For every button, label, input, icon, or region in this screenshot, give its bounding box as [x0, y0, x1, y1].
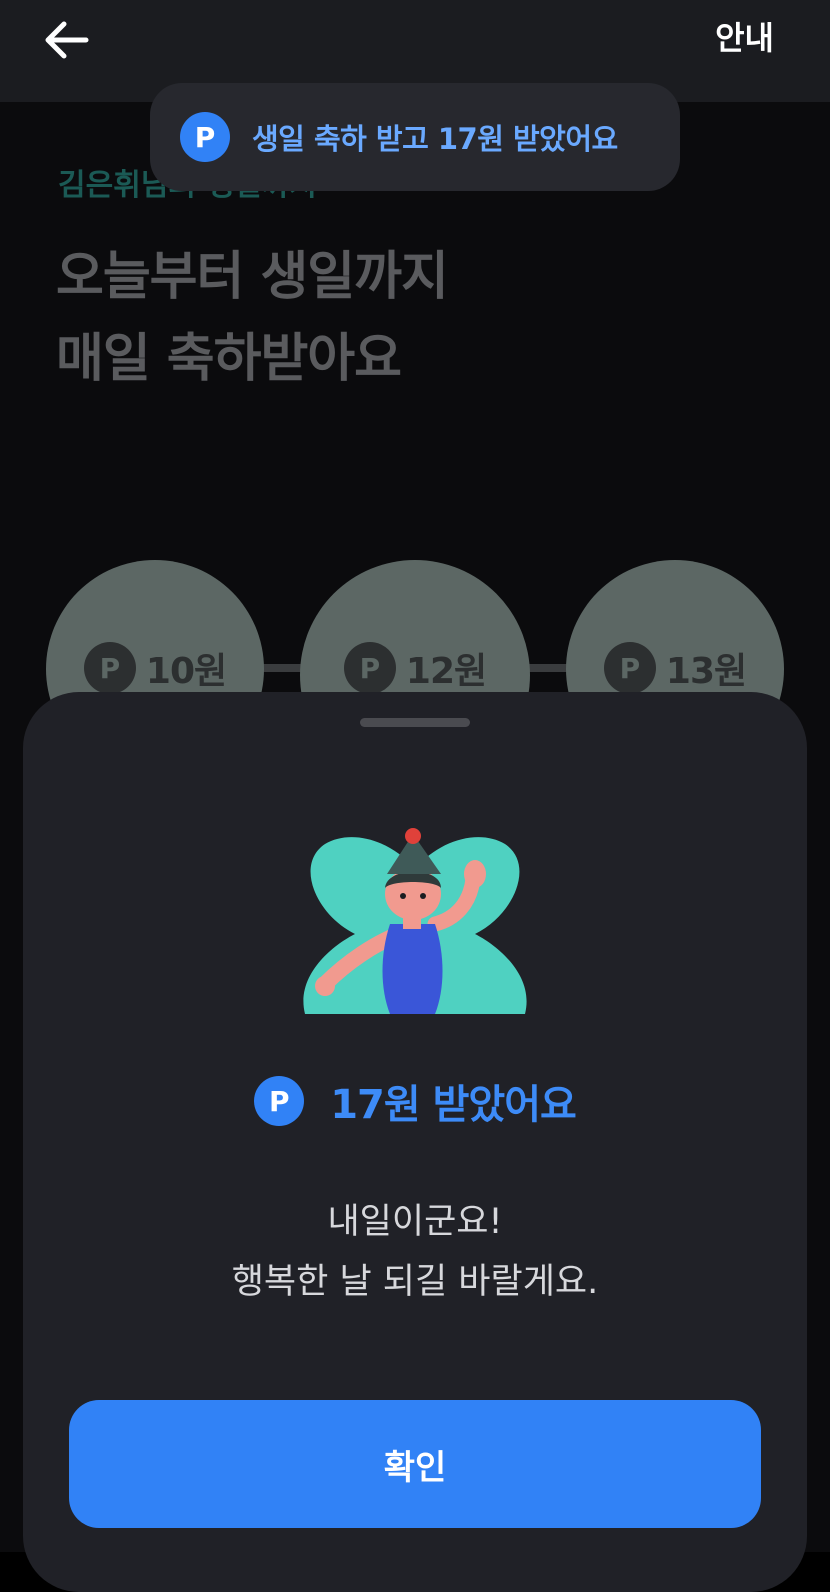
screen: 안내 김은휘님의 생일까지 오늘부터 생일까지 매일 축하받아요 P 10원 P…	[0, 0, 830, 1592]
toast-message: 생일 축하 받고 17원 받았어요	[252, 122, 618, 156]
congratulation-message: 내일이군요! 행복한 날 되길 바랄게요.	[23, 1192, 807, 1312]
point-icon: P	[83, 642, 136, 694]
point-icon: P	[180, 112, 230, 162]
reward-amount: 10원	[145, 651, 227, 692]
back-button[interactable]	[38, 16, 94, 64]
headline-line-1: 오늘부터 생일까지	[56, 247, 449, 307]
toast-notification: P 생일 축하 받고 17원 받았어요	[150, 83, 680, 191]
message-line-2: 행복한 날 되길 바랄게요.	[231, 1262, 599, 1302]
page-headline: 오늘부터 생일까지 매일 축하받아요	[56, 236, 449, 400]
info-button[interactable]: 안내	[715, 16, 774, 60]
point-icon: P	[254, 1076, 305, 1126]
reward-title: 17원 받았어요	[330, 1082, 577, 1128]
reward-summary: P 17원 받았어요	[23, 1072, 807, 1130]
sheet-drag-handle[interactable]	[360, 718, 470, 727]
point-icon: P	[343, 642, 396, 694]
bottom-sheet: P 17원 받았어요 내일이군요! 행복한 날 되길 바랄게요. 확인	[23, 692, 807, 1592]
reward-amount: 13원	[665, 651, 747, 692]
message-line-1: 내일이군요!	[327, 1202, 503, 1242]
reward-amount: 12원	[405, 651, 487, 692]
headline-line-2: 매일 축하받아요	[56, 329, 402, 389]
point-icon: P	[603, 642, 656, 694]
arrow-left-icon	[45, 21, 89, 59]
waving-character-illustration	[303, 828, 527, 1014]
confirm-button[interactable]: 확인	[69, 1400, 761, 1528]
